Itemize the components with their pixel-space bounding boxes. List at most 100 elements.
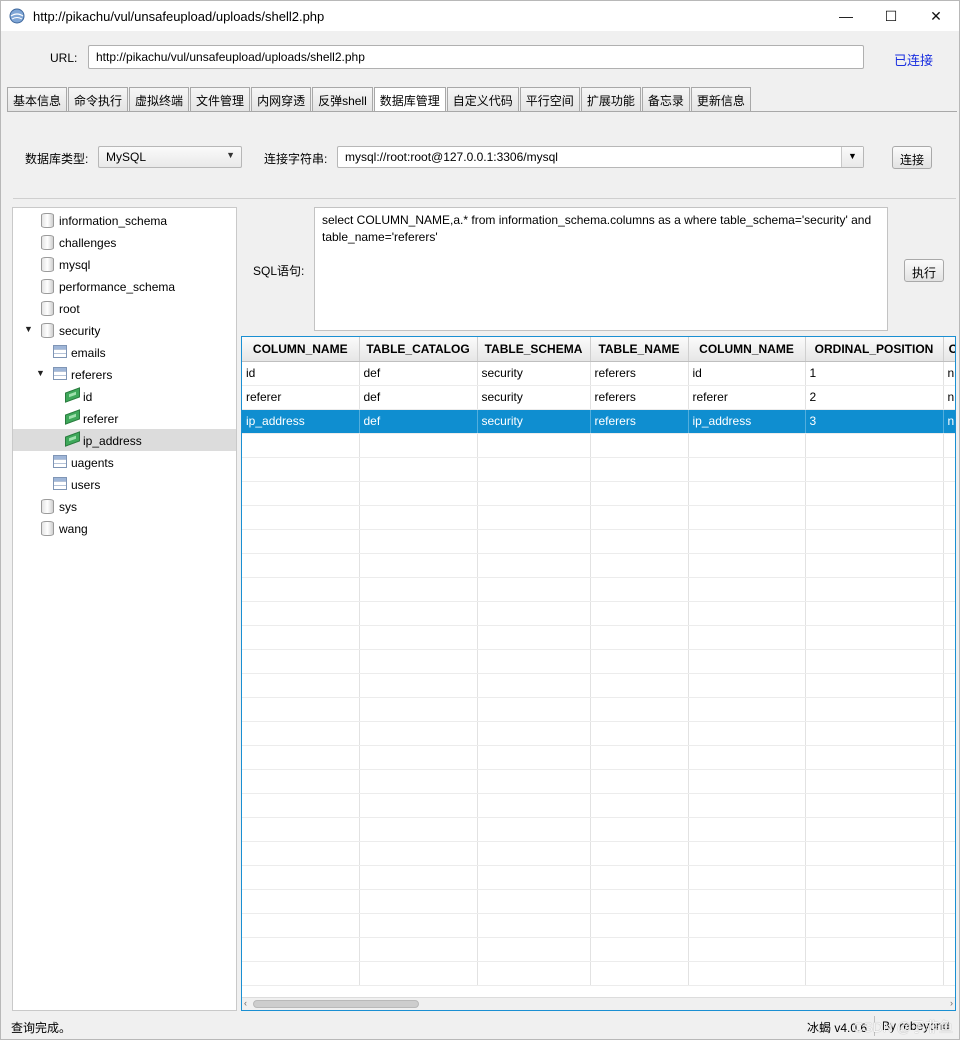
execute-button[interactable]: 执行 [904,259,944,282]
column-header[interactable]: ORDINAL_POSITION [805,337,944,362]
sql-input[interactable]: select COLUMN_NAME,a.* from information_… [314,207,888,331]
tab-file-manager[interactable]: 文件管理 [190,87,251,111]
tab-database-manager[interactable]: 数据库管理 [373,87,446,112]
table-cell [477,769,591,794]
tree-item-column[interactable]: referer [13,407,236,429]
table-cell[interactable]: ip_address [688,409,806,434]
table-cell[interactable]: def [359,409,478,434]
scroll-left-icon[interactable]: ‹ [244,998,247,1008]
tree-item-column[interactable]: id [13,385,236,407]
db-type-select[interactable]: MySQL ▼ [98,146,242,168]
table-cell[interactable]: n [943,385,955,410]
tree-item-database[interactable]: challenges [13,231,236,253]
results-grid[interactable]: COLUMN_NAME TABLE_CATALOG TABLE_SCHEMA TABL… [241,336,956,1011]
tree-item-database[interactable]: information_schema [13,209,236,231]
tab-extensions[interactable]: 扩展功能 [580,87,641,111]
table-cell[interactable]: referers [590,361,689,386]
tree-item-table[interactable]: uagents [13,451,236,473]
table-cell[interactable]: security [477,385,591,410]
tree-item-database[interactable]: performance_schema [13,275,236,297]
tree-item-label: sys [59,500,77,514]
tab-updates[interactable]: 更新信息 [690,87,751,111]
horizontal-scrollbar[interactable]: ‹ › [242,997,955,1010]
database-tree[interactable]: information_schema challenges mysql perform… [12,207,237,1011]
table-cell [359,865,478,890]
table-cell [943,553,955,578]
close-button[interactable]: ✕ [913,1,959,31]
table-row[interactable]: ip_address def security referers ip_address 3… [242,409,955,434]
empty-row [242,457,955,482]
table-row[interactable]: referer def security referers referer 2 n [242,385,955,410]
table-cell [242,697,360,722]
table-cell[interactable]: def [359,361,478,386]
table-cell[interactable]: referer [242,385,360,410]
expand-arrow-icon[interactable]: ▼ [24,324,33,334]
chevron-down-icon[interactable]: ▼ [841,147,863,167]
tab-parallel-space[interactable]: 平行空间 [519,87,580,111]
column-header[interactable]: COLUMN_NAME [242,337,360,362]
tree-item-database[interactable]: mysql [13,253,236,275]
table-cell[interactable]: referers [590,409,689,434]
table-cell[interactable]: ip_address [242,409,360,434]
tree-item-table[interactable]: users [13,473,236,495]
tab-command-exec[interactable]: 命令执行 [68,87,129,111]
table-cell[interactable]: security [477,361,591,386]
table-row[interactable]: id def security referers id 1 n [242,361,955,386]
table-cell [590,745,689,770]
column-header[interactable]: TABLE_SCHEMA [477,337,591,362]
tree-item-table[interactable]: emails [13,341,236,363]
scroll-right-icon[interactable]: › [950,998,953,1008]
table-cell [688,505,806,530]
tab-custom-code[interactable]: 自定义代码 [446,87,519,111]
column-header[interactable]: COLUMN_NAME [688,337,806,362]
table-cell [688,913,806,938]
table-cell[interactable]: 2 [805,385,944,410]
tab-intranet-tunnel[interactable]: 内网穿透 [251,87,312,111]
tab-virtual-terminal[interactable]: 虚拟终端 [129,87,190,111]
tree-item-database[interactable]: wang [13,517,236,539]
database-icon [41,301,54,316]
scrollbar-thumb[interactable] [253,1000,419,1008]
table-cell [590,961,689,986]
tree-item-database[interactable]: ▼ security [13,319,236,341]
table-cell [943,649,955,674]
tree-item-label: wang [59,522,88,536]
column-header[interactable]: TABLE_CATALOG [359,337,478,362]
tree-item-column[interactable]: ip_address [13,429,236,451]
table-cell [359,769,478,794]
table-cell[interactable]: security [477,409,591,434]
table-cell [590,457,689,482]
table-cell[interactable]: def [359,385,478,410]
table-cell[interactable]: 3 [805,409,944,434]
table-cell[interactable]: id [242,361,360,386]
table-cell [590,697,689,722]
tree-item-database[interactable]: root [13,297,236,319]
expand-arrow-icon[interactable]: ▼ [36,368,45,378]
table-cell [359,505,478,530]
maximize-button[interactable]: ☐ [868,1,914,31]
table-cell [688,553,806,578]
table-cell [477,793,591,818]
tab-memo[interactable]: 备忘录 [641,87,690,111]
table-cell[interactable]: n [943,409,955,434]
tree-item-label: ip_address [83,434,142,448]
table-cell [943,505,955,530]
table-cell[interactable]: referers [590,385,689,410]
table-cell[interactable]: n [943,361,955,386]
tab-reverse-shell[interactable]: 反弹shell [312,87,373,111]
table-cell[interactable]: referer [688,385,806,410]
tab-basic-info[interactable]: 基本信息 [7,87,68,111]
connection-string-combo[interactable]: mysql://root:root@127.0.0.1:3306/mysql ▼ [337,146,864,168]
window-title: http://pikachu/vul/unsafeupload/uploads/… [33,9,325,24]
column-header[interactable]: TABLE_NAME [590,337,689,362]
table-cell[interactable]: id [688,361,806,386]
url-input[interactable]: http://pikachu/vul/unsafeupload/uploads/… [88,45,864,69]
empty-row [242,601,955,626]
tree-item-database[interactable]: sys [13,495,236,517]
minimize-button[interactable]: — [823,1,869,31]
tree-item-table[interactable]: ▼ referers [13,363,236,385]
table-cell[interactable]: 1 [805,361,944,386]
connect-button[interactable]: 连接 [892,146,932,169]
table-cell [359,529,478,554]
column-header[interactable]: C [943,337,955,362]
